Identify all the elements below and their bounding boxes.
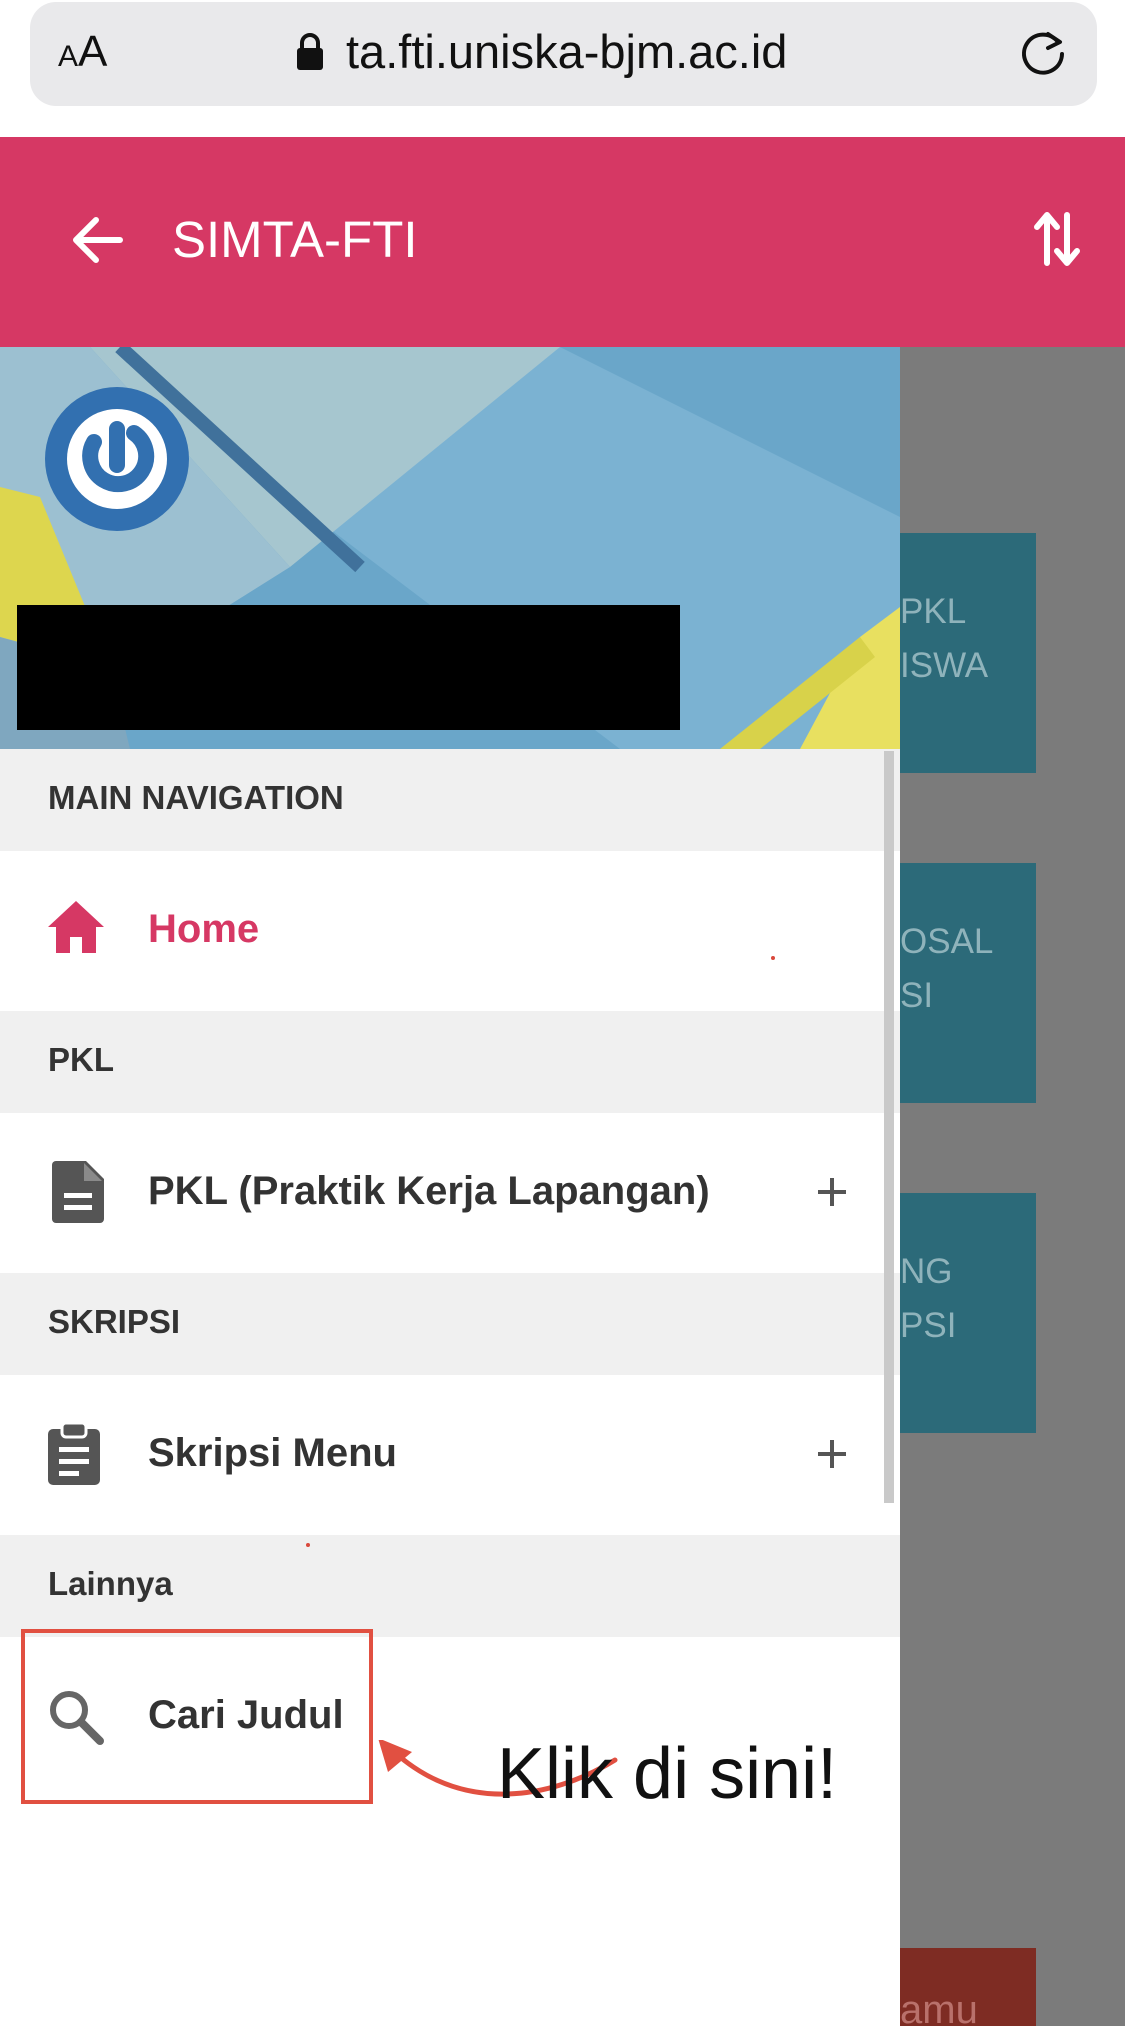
nav-item-label: Skripsi Menu (148, 1431, 397, 1475)
annotation-highlight-box (21, 1629, 373, 1804)
stray-dot (771, 956, 775, 960)
section-header-label: MAIN NAVIGATION (48, 779, 344, 816)
card-text: NG (900, 1252, 953, 1291)
redacted-user-info (17, 605, 680, 730)
stray-dot (306, 1543, 310, 1547)
sort-icon[interactable] (1032, 209, 1082, 269)
app-title: SIMTA-FTI (172, 211, 418, 268)
section-header-lainnya: Lainnya (0, 1535, 900, 1637)
nav-item-pkl[interactable]: PKL (Praktik Kerja Lapangan) (0, 1113, 900, 1273)
text-size-button[interactable]: AA (58, 22, 107, 82)
url-text[interactable]: ta.fti.uniska-bjm.ac.id (346, 22, 787, 82)
user-avatar[interactable] (45, 387, 189, 531)
section-header-pkl: PKL (0, 1011, 900, 1113)
section-header-main-navigation: MAIN NAVIGATION (0, 749, 900, 851)
section-header-label: Lainnya (48, 1565, 173, 1602)
card-text: OSAL (900, 922, 994, 961)
clipboard-icon (48, 1421, 100, 1485)
nav-item-label: PKL (Praktik Kerja Lapangan) (148, 1169, 710, 1213)
section-header-label: SKRIPSI (48, 1303, 181, 1340)
card-text: SI (900, 976, 934, 1015)
reload-icon[interactable] (1018, 28, 1068, 78)
card-text: PSI (900, 1306, 957, 1345)
card-text: PKL (900, 592, 967, 631)
nav-item-label: Home (148, 907, 260, 951)
background-button-text: amu (900, 1988, 978, 2026)
nav-item-home[interactable]: Home (0, 851, 900, 1011)
expand-plus-icon[interactable] (816, 1176, 848, 1208)
back-arrow-icon[interactable] (70, 213, 124, 267)
document-icon (52, 1161, 104, 1223)
lock-icon (297, 33, 323, 70)
card-text: ISWA (900, 646, 989, 685)
section-header-skripsi: SKRIPSI (0, 1273, 900, 1375)
app-header: SIMTA-FTI (0, 137, 1125, 347)
home-icon (48, 901, 104, 953)
expand-plus-icon[interactable] (816, 1438, 848, 1470)
browser-address-bar: AA ta.fti.uniska-bjm.ac.id (0, 0, 1125, 137)
drawer-header (0, 347, 900, 749)
nav-item-skripsi[interactable]: Skripsi Menu (0, 1375, 900, 1535)
section-header-label: PKL (48, 1041, 114, 1078)
annotation-text: Klik di sini! (497, 1734, 838, 1814)
drawer-scrollbar[interactable] (884, 751, 894, 1503)
